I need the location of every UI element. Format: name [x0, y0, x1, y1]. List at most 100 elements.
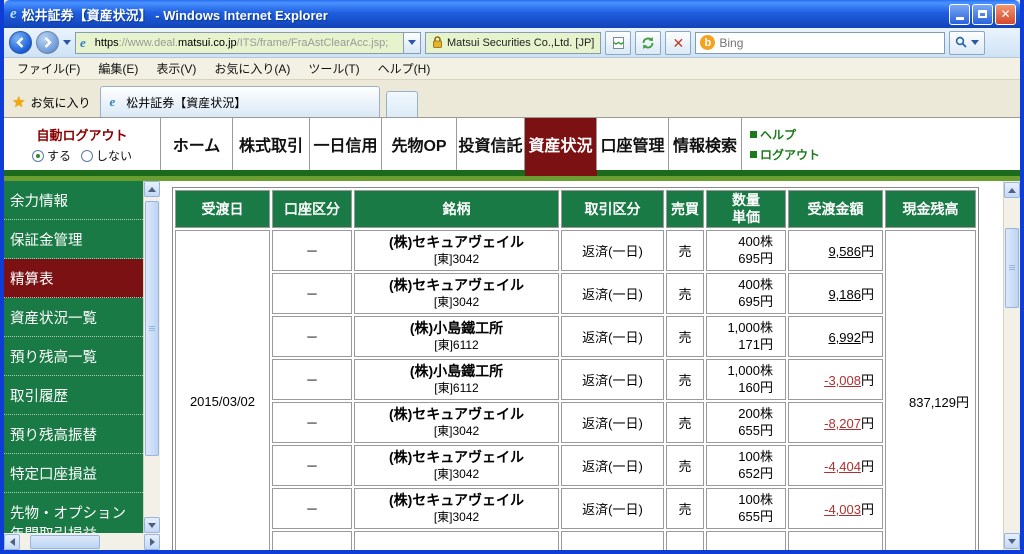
search-box[interactable]: b [695, 31, 946, 54]
site-nav: 自動ログアウト する しない ホーム 株式取引 一日信用 先物OP 投資信託 資… [4, 118, 1020, 170]
refresh-button[interactable] [635, 30, 662, 55]
search-icon [956, 36, 967, 48]
sidebar-item-torihiki-rireki[interactable]: 取引履歴 [4, 376, 143, 415]
sidebar-item-hoshokin[interactable]: 保証金管理 [4, 220, 143, 259]
header-trade-type: 取引区分 [561, 190, 664, 228]
table-row: － (株)小島鐵工所 [東]6112 返済(一日) 売 1,000株 160円 -3… [175, 359, 976, 400]
table-row: － (株)セキュアヴェイル [東]3042 返済(一日) 売 100株 652円 -… [175, 445, 976, 486]
settlement-amount-cell [788, 531, 883, 550]
stock-cell: (株)小島鐵工所 [東]6112 [354, 316, 559, 357]
nav-tab-asset-status[interactable]: 資産状況 [525, 118, 597, 170]
table-vertical-scrollbar[interactable] [1003, 181, 1020, 550]
menu-bar: ファイル(F) 編集(E) 表示(V) お気に入り(A) ツール(T) ヘルプ(… [4, 58, 1020, 80]
nav-tab-futures-op[interactable]: 先物OP [382, 118, 457, 170]
tab-page-icon: e [109, 94, 116, 109]
compatibility-view-button[interactable] [605, 30, 632, 55]
nav-tab-mutual-funds[interactable]: 投資信託 [457, 118, 525, 170]
title-bar: e 松井証券【資産状況】 - Windows Internet Explorer… [4, 0, 1020, 28]
address-bar[interactable]: e https://www.deal.matsui.co.jp/ITS/fram… [75, 31, 421, 54]
favorites-button[interactable]: ★ お気に入り [8, 87, 100, 117]
help-link[interactable]: ヘルプ [750, 126, 820, 143]
scrollbar-thumb[interactable] [1005, 228, 1019, 308]
trade-type-cell: 返済(一日) [561, 273, 664, 314]
amount-link[interactable]: 6,992 [828, 330, 861, 345]
sidebar-item-shisan-ichiran[interactable]: 資産状況一覧 [4, 298, 143, 337]
amount-link[interactable]: -4,003 [824, 502, 861, 517]
stock-cell: (株)セキュアヴェイル [東]3042 [354, 273, 559, 314]
sidebar-item-azukari-zandaka[interactable]: 預り残高一覧 [4, 337, 143, 376]
stock-cell: (株)セキュアヴェイル [東]3042 [354, 402, 559, 443]
menu-edit[interactable]: 編集(E) [89, 58, 147, 79]
amount-link[interactable]: -8,207 [824, 416, 861, 431]
logout-link[interactable]: ログアウト [750, 146, 820, 163]
menu-view[interactable]: 表示(V) [147, 58, 205, 79]
recent-pages-dropdown[interactable] [63, 40, 71, 45]
auto-logout-off-option[interactable]: しない [81, 147, 132, 164]
nav-tab-home[interactable]: ホーム [161, 118, 233, 170]
menu-file[interactable]: ファイル(F) [8, 58, 89, 79]
quantity-price-cell: 100株 655円 [706, 488, 786, 529]
search-button[interactable] [949, 30, 986, 55]
scrollbar-thumb[interactable] [145, 201, 159, 456]
sidebar-item-yoryoku[interactable]: 余力情報 [4, 181, 143, 220]
scrollbar-thumb[interactable] [30, 534, 100, 549]
sidebar-item-seisanhyo[interactable]: 精算表 [4, 259, 143, 298]
sidebar-item-sakimono-soneki[interactable]: 先物・オプション年間取引損益 [4, 493, 143, 533]
bullet-icon [750, 150, 757, 158]
minimize-button[interactable] [949, 3, 970, 25]
amount-link[interactable]: 9,586 [828, 244, 861, 259]
header-cash-balance: 現金残高 [885, 190, 976, 228]
scroll-right-button[interactable] [144, 533, 160, 550]
amount-link[interactable]: -3,008 [824, 373, 861, 388]
nav-tab-info-search[interactable]: 情報検索 [669, 118, 742, 170]
search-input[interactable] [715, 35, 945, 50]
radio-off-icon[interactable] [81, 149, 93, 162]
account-type-cell [272, 531, 352, 550]
sidebar-item-zandaka-furikae[interactable]: 預り残高振替 [4, 415, 143, 454]
close-button[interactable]: ✕ [995, 3, 1016, 25]
stop-icon: ✕ [672, 34, 685, 51]
arrow-up-icon [148, 186, 156, 192]
settlement-amount-cell: -8,207円 [788, 402, 883, 443]
browser-toolbar: e https://www.deal.matsui.co.jp/ITS/fram… [4, 28, 1020, 58]
lock-icon [433, 36, 442, 48]
scroll-left-button[interactable] [4, 533, 20, 550]
back-button[interactable] [9, 31, 32, 54]
scroll-down-button[interactable] [144, 517, 160, 533]
tab-bar: ★ お気に入り e 松井証券【資産状況】 [4, 80, 1020, 118]
stop-button[interactable]: ✕ [665, 30, 692, 55]
buy-sell-cell [666, 531, 704, 550]
auto-logout-on-option[interactable]: する [31, 147, 71, 164]
forward-arrow-icon [44, 37, 52, 48]
address-dropdown-button[interactable] [403, 32, 420, 53]
forward-button[interactable] [36, 31, 59, 54]
buy-sell-cell: 売 [666, 402, 704, 443]
menu-tools[interactable]: ツール(T) [299, 58, 368, 79]
scroll-down-button[interactable] [1004, 533, 1020, 549]
buy-sell-cell: 売 [666, 488, 704, 529]
active-tab[interactable]: e 松井証券【資産状況】 [100, 86, 381, 117]
stock-cell [354, 531, 559, 550]
sidebar-vertical-scrollbar[interactable] [143, 181, 160, 533]
menu-help[interactable]: ヘルプ(H) [369, 58, 440, 79]
scroll-up-button[interactable] [144, 181, 160, 197]
account-type-cell: － [272, 402, 352, 443]
table-row-clipped [175, 531, 976, 550]
nav-tab-one-day-margin[interactable]: 一日信用 [310, 118, 382, 170]
new-tab-button[interactable] [386, 91, 419, 117]
nav-tab-account-mgmt[interactable]: 口座管理 [597, 118, 669, 170]
scroll-up-button[interactable] [1004, 182, 1020, 198]
amount-link[interactable]: -4,404 [824, 459, 861, 474]
table-row: － (株)小島鐵工所 [東]6112 返済(一日) 売 1,000株 171円 6,… [175, 316, 976, 357]
sidebar-horizontal-scrollbar[interactable] [4, 533, 160, 550]
security-badge[interactable]: Matsui Securities Co.,Ltd. [JP] [425, 31, 602, 54]
quantity-price-cell: 400株 695円 [706, 230, 786, 271]
radio-on-icon[interactable] [31, 149, 44, 162]
header-account-type: 口座区分 [272, 190, 352, 228]
sidebar-item-tokutei-koza[interactable]: 特定口座損益 [4, 454, 143, 493]
search-options-dropdown[interactable] [971, 40, 980, 45]
nav-tab-stock-trade[interactable]: 株式取引 [233, 118, 310, 170]
menu-favorites[interactable]: お気に入り(A) [205, 58, 299, 79]
amount-link[interactable]: 9,186 [828, 287, 861, 302]
maximize-button[interactable] [972, 3, 993, 25]
